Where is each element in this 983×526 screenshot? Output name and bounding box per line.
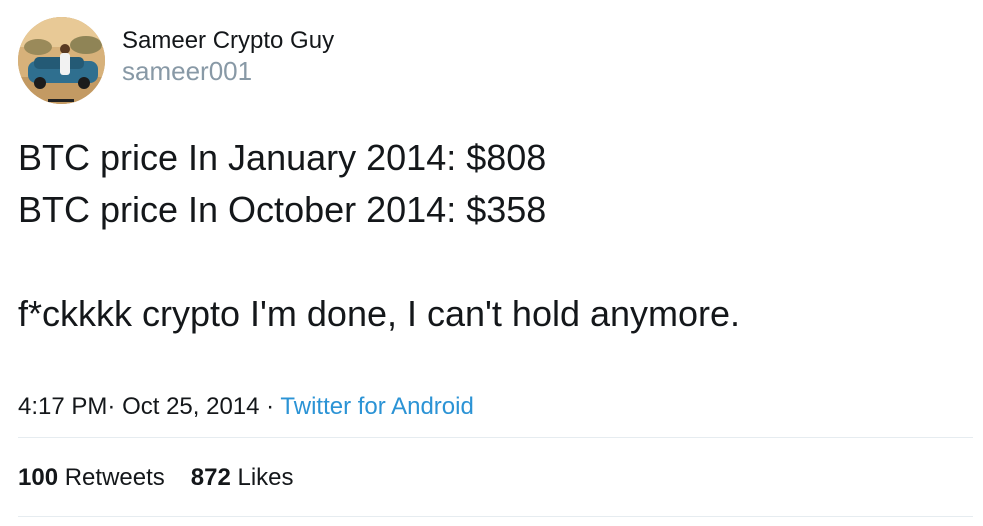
tweet-date[interactable]: Oct 25, 2014 <box>122 393 259 420</box>
divider <box>18 516 973 517</box>
tweet-line: f*ckkkk crypto I'm done, I can't hold an… <box>18 293 741 334</box>
tweet-text: BTC price In January 2014: $808 BTC pric… <box>18 132 968 340</box>
retweets-label: Retweets <box>64 464 165 491</box>
tweet-header: Sameer Crypto Guy sameer001 <box>18 17 334 104</box>
tweet-stats: 100 Retweets 872 Likes <box>18 463 320 493</box>
tweet-line: BTC price In January 2014: $808 <box>18 137 547 178</box>
author-names: Sameer Crypto Guy sameer001 <box>122 26 334 86</box>
meta-separator: · <box>266 393 275 420</box>
retweets-count: 100 <box>18 464 59 491</box>
likes-label: Likes <box>237 464 294 491</box>
tweet-meta: 4:17 PM· Oct 25, 2014 · Twitter for Andr… <box>18 392 474 422</box>
likes-stat[interactable]: 872 Likes <box>191 463 294 493</box>
avatar[interactable] <box>18 17 105 104</box>
meta-separator: · <box>107 393 116 420</box>
tweet-card: Sameer Crypto Guy sameer001 BTC price In… <box>0 0 983 526</box>
retweets-stat[interactable]: 100 Retweets <box>18 463 165 493</box>
author-handle[interactable]: sameer001 <box>122 56 334 86</box>
divider <box>18 437 973 438</box>
tweet-time[interactable]: 4:17 PM <box>18 393 107 420</box>
tweet-line: BTC price In October 2014: $358 <box>18 189 547 230</box>
avatar-photo <box>18 17 105 104</box>
author-display-name[interactable]: Sameer Crypto Guy <box>122 26 334 56</box>
likes-count: 872 <box>190 464 231 491</box>
tweet-source-link[interactable]: Twitter for Android <box>280 393 473 420</box>
